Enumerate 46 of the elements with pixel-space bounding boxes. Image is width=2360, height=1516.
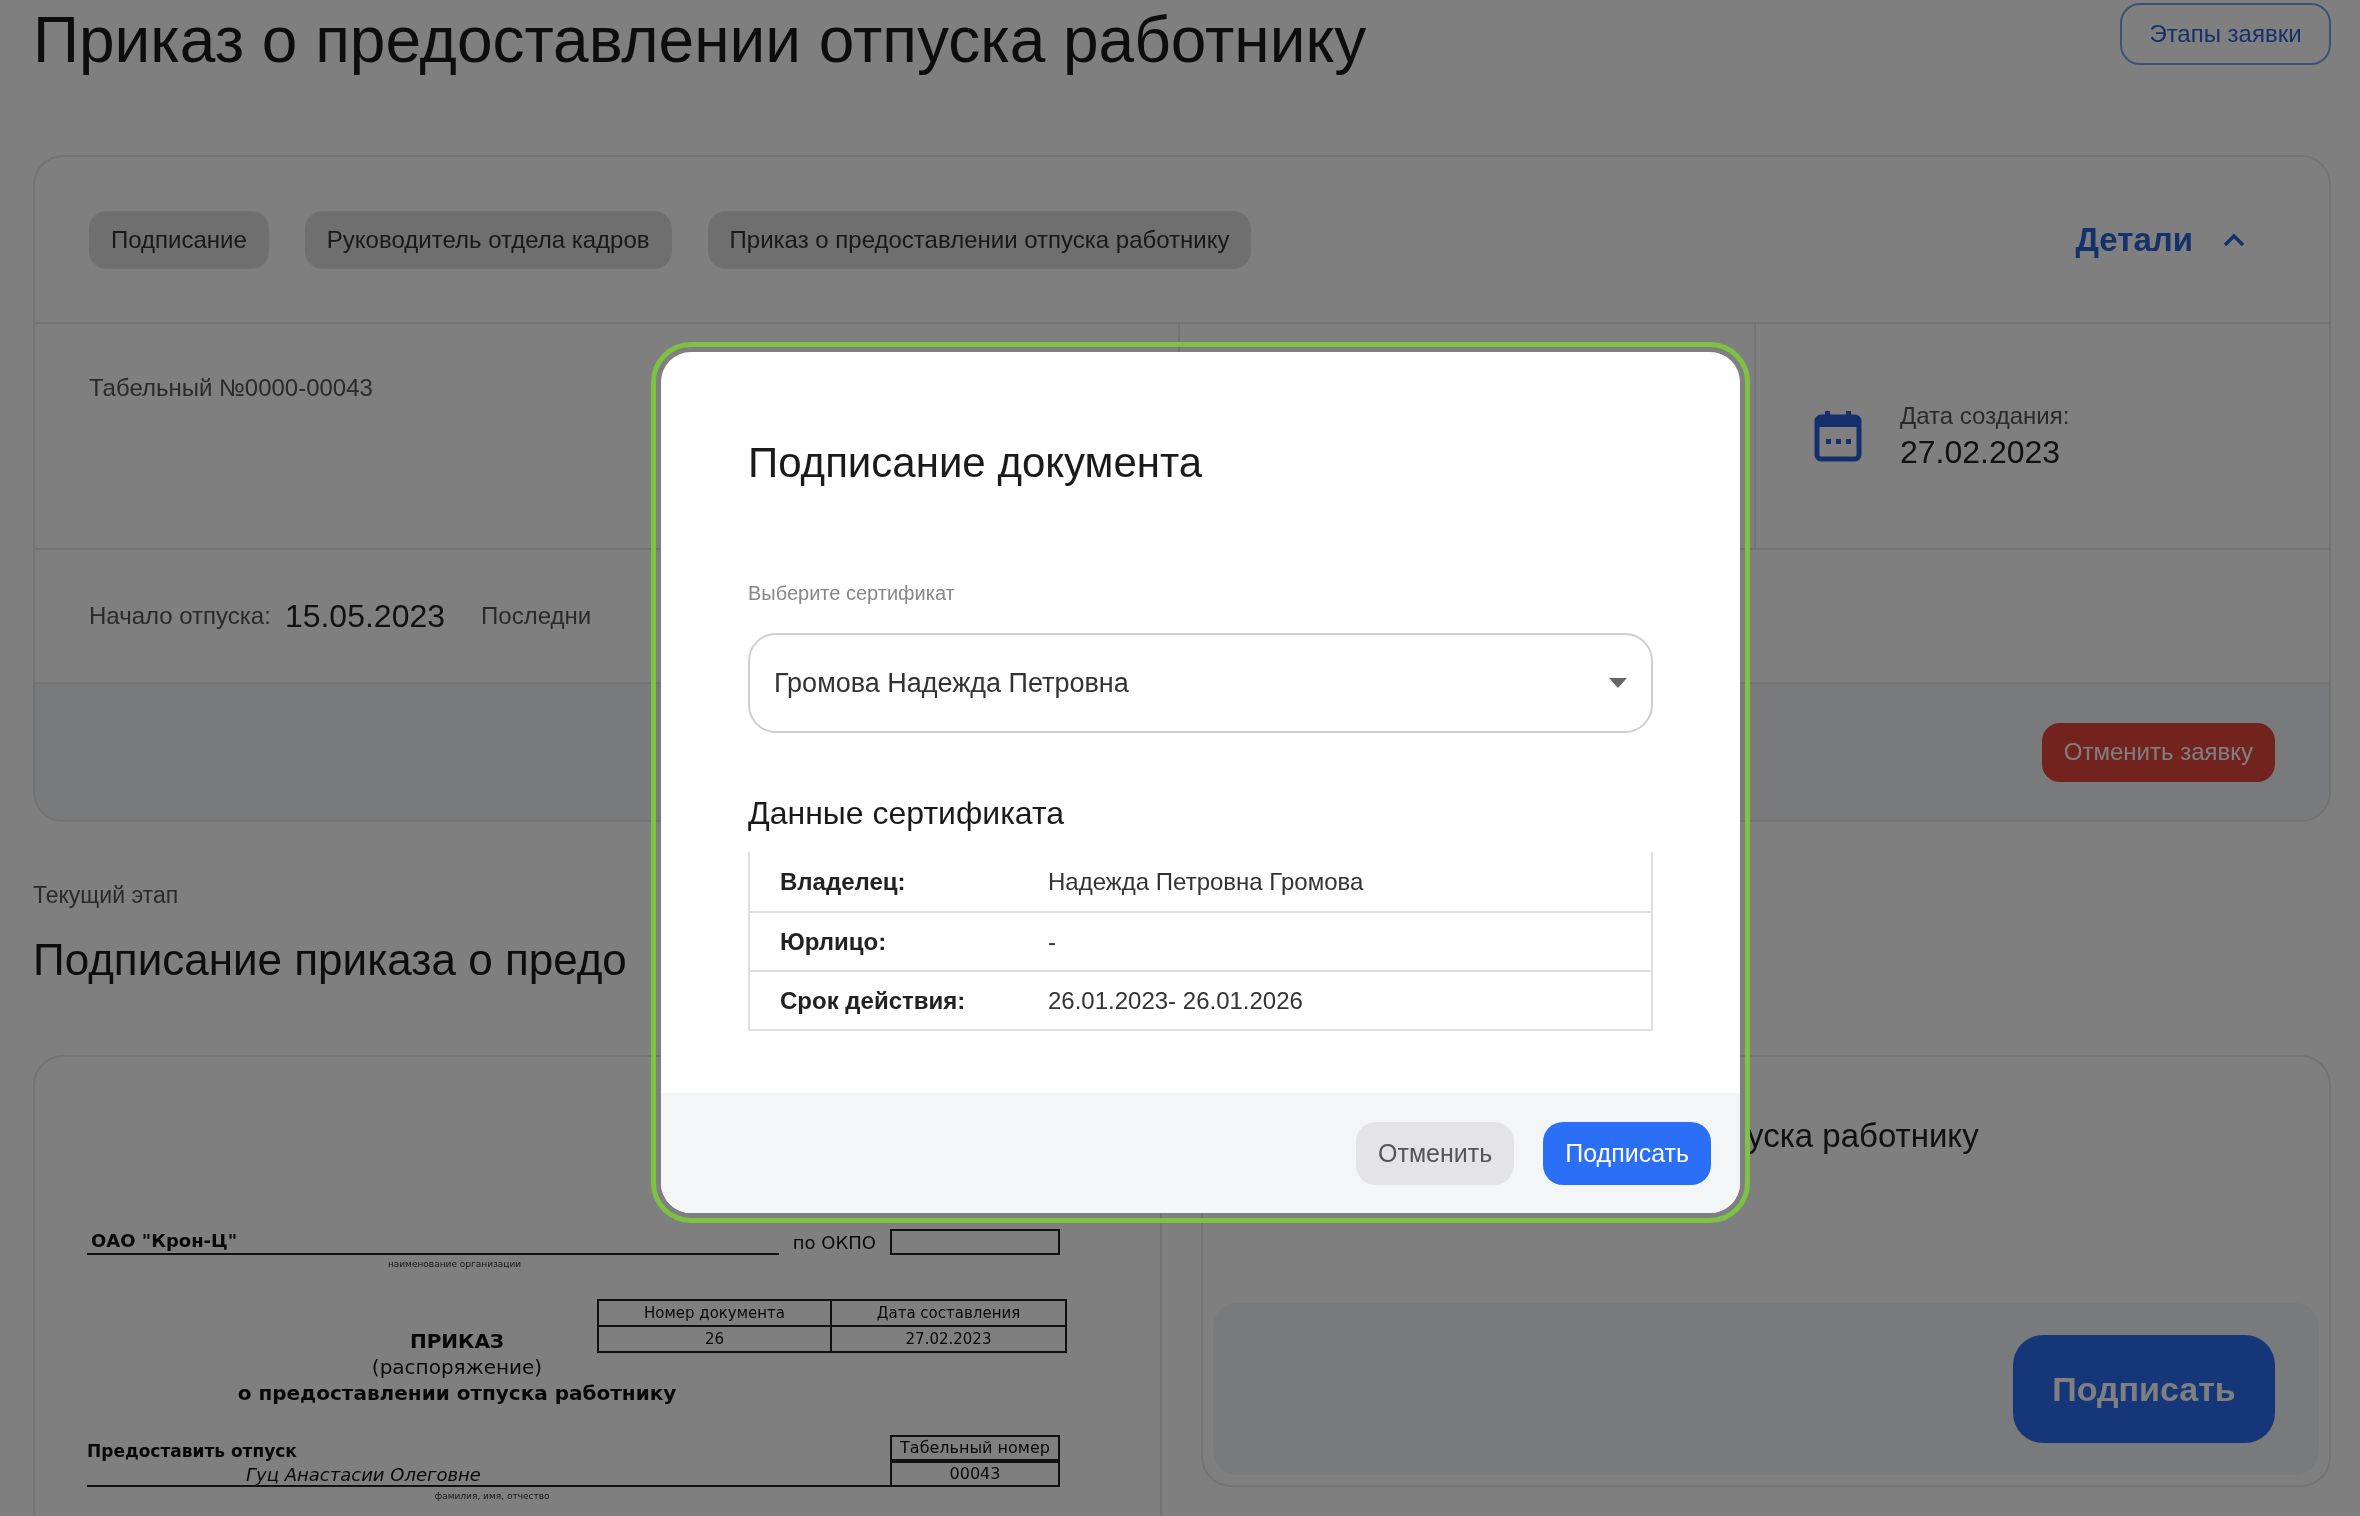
employee-number: Табельный №0000-00043 xyxy=(89,374,374,402)
certificate-select[interactable]: Громова Надежда Петровна xyxy=(748,633,1653,733)
detail-value: Надежда Петровна Громова xyxy=(1048,867,1365,896)
section-title: Данные сертификата xyxy=(748,795,1065,832)
vacation-start-date: 15.05.2023 xyxy=(284,597,446,635)
organization-name: ОАО "Крон-Ц" xyxy=(87,1230,779,1255)
created-date: 27.02.2023 xyxy=(1900,433,2062,471)
page-title: Приказ о предоставлении отпуска работнику xyxy=(33,4,1367,76)
created-label: Дата создания: xyxy=(1900,401,2070,430)
detail-label: Владелец: xyxy=(779,867,907,896)
table-header: Дата составления xyxy=(832,1301,1065,1327)
vacation-start-label: Начало отпуска: xyxy=(89,602,271,630)
stages-button[interactable]: Этапы заявки xyxy=(2120,3,2331,65)
current-stage-label: Текущий этап xyxy=(33,882,179,909)
cancel-request-button[interactable]: Отменить заявку xyxy=(2041,722,2275,782)
document-title: уска работнику xyxy=(1747,1117,1979,1156)
grant-label: Предоставить отпуск xyxy=(87,1441,297,1461)
table-header: Табельный номер xyxy=(890,1435,1060,1461)
table-cell: 00043 xyxy=(890,1461,1060,1487)
table-cell-text: 27.02.2023 xyxy=(904,1329,993,1350)
table-cell: 26 xyxy=(599,1327,832,1351)
sign-button[interactable]: Подписать xyxy=(1543,1121,1711,1185)
current-stage-title: Подписание приказа о предо xyxy=(33,935,627,985)
dialog-title: Подписание документа xyxy=(748,438,1204,488)
document-subheading: (распоряжение) xyxy=(371,1355,543,1379)
employee-name: Гуц Анастасии Олеговне xyxy=(87,1464,890,1487)
dropdown-caret-icon xyxy=(1609,678,1627,688)
details-toggle[interactable]: Детали xyxy=(2069,219,2251,260)
status-chip: Приказ о предоставлении отпуска работнику xyxy=(707,210,1252,269)
cancel-button[interactable]: Отменить xyxy=(1356,1121,1515,1185)
sign-button[interactable]: Подписать xyxy=(2013,1335,2275,1443)
status-chip: Руководитель отдела кадров xyxy=(304,210,672,269)
last-day-label: Последни xyxy=(481,602,592,630)
calendar-icon xyxy=(1814,409,1862,463)
document-heading: ПРИКАЗ xyxy=(409,1329,505,1353)
detail-label: Юрлицо: xyxy=(779,927,888,956)
detail-label: Срок действия: xyxy=(779,986,967,1015)
detail-value: 26.01.2023- 26.01.2026 xyxy=(1048,986,1304,1015)
table-header: Номер документа xyxy=(599,1301,832,1327)
document-purpose: о предоставлении отпуска работнику xyxy=(237,1381,677,1405)
field-caption: наименование организации xyxy=(386,1259,523,1269)
okpo-label: по ОКПО xyxy=(791,1232,877,1255)
detail-value: - xyxy=(1048,927,1057,956)
field-label: Выберите сертификат xyxy=(748,582,956,605)
field-caption: фамилия, имя, отчество xyxy=(433,1491,551,1501)
status-chip: Подписание xyxy=(89,210,269,269)
